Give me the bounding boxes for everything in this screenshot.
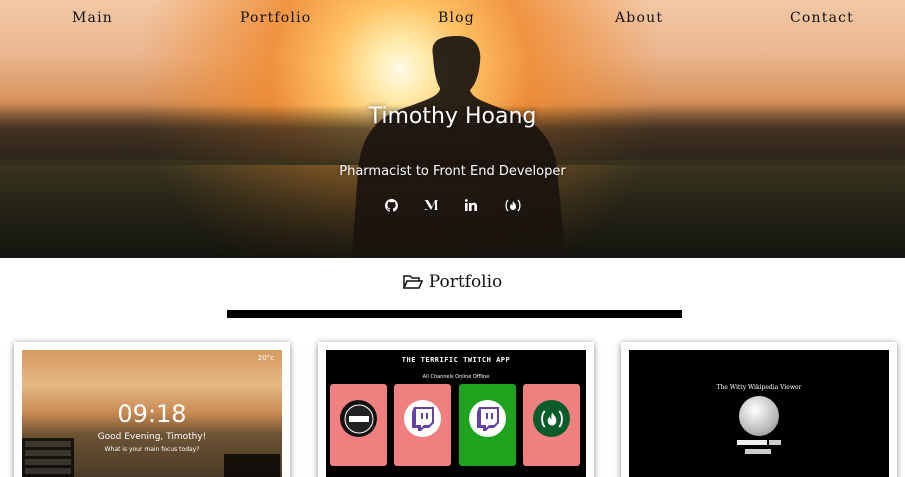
nav-portfolio[interactable]: Portfolio — [240, 10, 311, 26]
project-screenshot: The Witty Wikipedia Viewer — [629, 350, 889, 477]
channel-tile — [394, 384, 451, 466]
wiki-search-input — [737, 440, 767, 445]
freecodecamp-icon[interactable] — [504, 196, 522, 214]
section-divider — [227, 310, 682, 318]
nav-contact[interactable]: Contact — [790, 10, 854, 26]
top-nav: Main Portfolio Blog About Contact — [0, 0, 905, 36]
portfolio-heading: Portfolio — [0, 272, 905, 292]
portfolio-title: Portfolio — [428, 272, 503, 292]
wiki-title: The Witty Wikipedia Viewer — [716, 384, 802, 391]
hero-silhouette — [352, 36, 566, 258]
esl-logo-icon — [340, 400, 377, 437]
hero-subtitle: Pharmacist to Front End Developer — [339, 164, 566, 179]
folder-open-icon — [402, 275, 423, 289]
nav-main[interactable]: Main — [72, 10, 113, 26]
project-screenshot: THE TERRIFIC TWITCH APP All Channels Onl… — [326, 350, 586, 477]
wiki-random-button — [745, 449, 771, 454]
nav-blog[interactable]: Blog — [438, 10, 475, 26]
freecodecamp-logo-icon — [533, 400, 570, 437]
channel-tile — [459, 384, 516, 466]
twitch-logo-icon — [404, 400, 441, 437]
channel-tile — [523, 384, 580, 466]
twitch-tabs: All Channels Online Offline — [422, 374, 490, 380]
github-icon[interactable] — [382, 196, 400, 214]
temperature: 20°c — [257, 354, 274, 362]
note-panel — [224, 454, 280, 477]
project-card-momentum[interactable]: 20°c 09:18 Good Evening, Timothy! What i… — [14, 342, 290, 477]
wiki-search-button — [769, 440, 781, 445]
project-card-twitch[interactable]: THE TERRIFIC TWITCH APP All Channels Onl… — [318, 342, 594, 477]
twitch-logo-icon — [469, 400, 506, 437]
wikipedia-globe-icon — [739, 396, 779, 436]
project-card-wikipedia[interactable]: The Witty Wikipedia Viewer — [621, 342, 897, 477]
medium-icon[interactable] — [422, 196, 440, 214]
linkedin-icon[interactable] — [462, 196, 480, 214]
channel-tile — [330, 384, 387, 466]
social-links — [380, 196, 530, 214]
settings-panel — [22, 438, 74, 477]
project-screenshot: 20°c 09:18 Good Evening, Timothy! What i… — [22, 350, 282, 477]
nav-about[interactable]: About — [615, 10, 663, 26]
clock-time: 09:18 — [117, 400, 187, 428]
hero-banner: Main Portfolio Blog About Contact Timoth… — [0, 0, 905, 258]
twitch-title: THE TERRIFIC TWITCH APP — [401, 356, 511, 364]
hero-title: Timothy Hoang — [368, 104, 537, 129]
